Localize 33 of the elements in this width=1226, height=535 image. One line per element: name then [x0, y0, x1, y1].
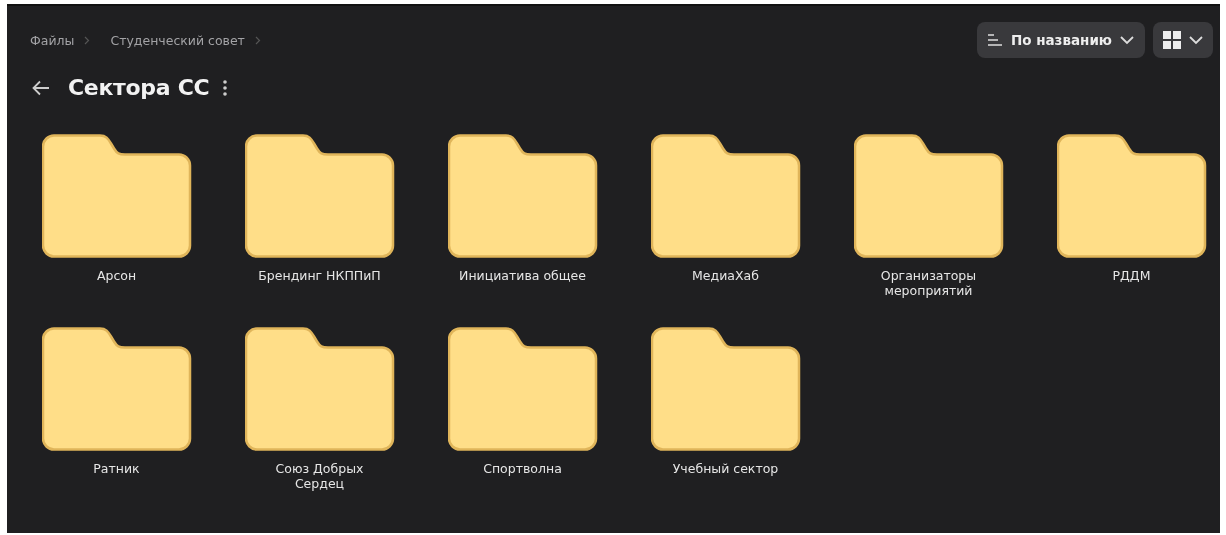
folder-name: МедиаХаб	[692, 268, 759, 285]
folder-name: Спортволна	[483, 461, 562, 478]
folder-name: Союз Добрых Сердец	[274, 461, 365, 493]
folder-icon[interactable]	[650, 134, 801, 258]
folder-name: Арсон	[96, 268, 137, 285]
folder-icon[interactable]	[41, 134, 192, 258]
folder-icon[interactable]	[447, 134, 598, 258]
sort-button[interactable]: По названию	[976, 22, 1145, 58]
folder-name: Инициатива общее	[459, 268, 586, 285]
chevron-down-icon	[1189, 35, 1203, 45]
folder-icon[interactable]	[1056, 134, 1207, 258]
folder-title: Сектора СС	[68, 75, 210, 100]
folder-icon[interactable]	[650, 327, 801, 451]
folder-icon[interactable]	[41, 327, 192, 451]
folder-icon[interactable]	[853, 134, 1004, 258]
more-options-icon[interactable]	[223, 78, 228, 97]
folder-name: Брендинг НКППиП	[258, 268, 381, 285]
folder-name: РДДМ	[1112, 268, 1151, 285]
breadcrumb-link[interactable]: Студенческий совет	[110, 32, 245, 48]
folder-icon[interactable]	[244, 134, 395, 258]
sort-icon	[986, 33, 1003, 47]
back-arrow-icon[interactable]	[32, 79, 50, 96]
grid-icon	[1163, 31, 1181, 49]
folder-name: Ратник	[93, 461, 140, 478]
folder-name: Организаторы мероприятий	[879, 268, 978, 300]
chevron-right-icon	[254, 35, 261, 45]
folder-name: Учебный сектор	[672, 461, 779, 478]
folder-icon[interactable]	[244, 327, 395, 451]
view-toggle-button[interactable]	[1153, 22, 1213, 58]
chevron-down-icon	[1120, 35, 1134, 45]
chevron-right-icon	[84, 35, 91, 45]
breadcrumb-link[interactable]: Файлы	[30, 32, 75, 48]
folder-icon[interactable]	[447, 327, 598, 451]
